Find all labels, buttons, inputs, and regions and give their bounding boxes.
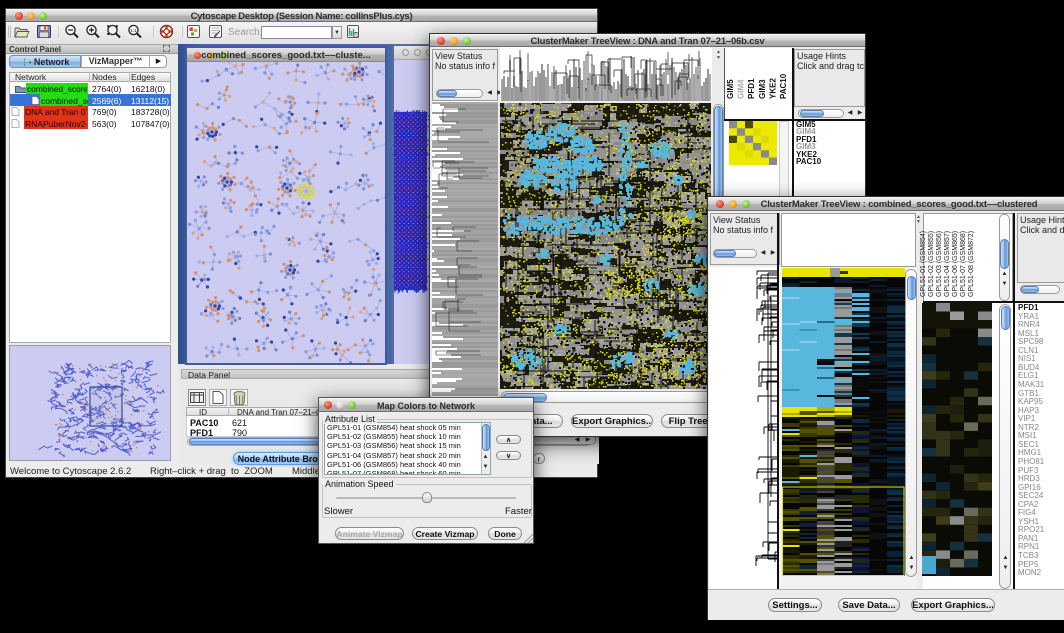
- svg-text:GPL51-01 (GSM854): GPL51-01 (GSM854): [920, 231, 927, 297]
- svg-text:GPL51-07 (GSM868): GPL51-07 (GSM868): [960, 231, 967, 297]
- svg-text:GIM4: GIM4: [737, 79, 746, 99]
- svg-text:GPL51-06 (GSM865): GPL51-06 (GSM865): [952, 231, 959, 297]
- svg-text:GPL51-08 (GSM872): GPL51-08 (GSM872): [968, 231, 975, 297]
- svg-text:GIM3: GIM3: [758, 79, 767, 99]
- svg-text:1:1: 1:1: [130, 28, 137, 33]
- svg-text:GPL51-03 (GSM856): GPL51-03 (GSM856): [936, 231, 943, 297]
- svg-text:GPL51-04 (GSM857): GPL51-04 (GSM857): [944, 231, 951, 297]
- svg-text:PFD1: PFD1: [747, 78, 756, 99]
- svg-text:YKE2: YKE2: [768, 78, 777, 99]
- svg-text:GIM5: GIM5: [726, 79, 735, 99]
- svg-text:GPL51-02 (GSM855): GPL51-02 (GSM855): [928, 231, 935, 297]
- svg-text:PAC10: PAC10: [779, 73, 788, 99]
